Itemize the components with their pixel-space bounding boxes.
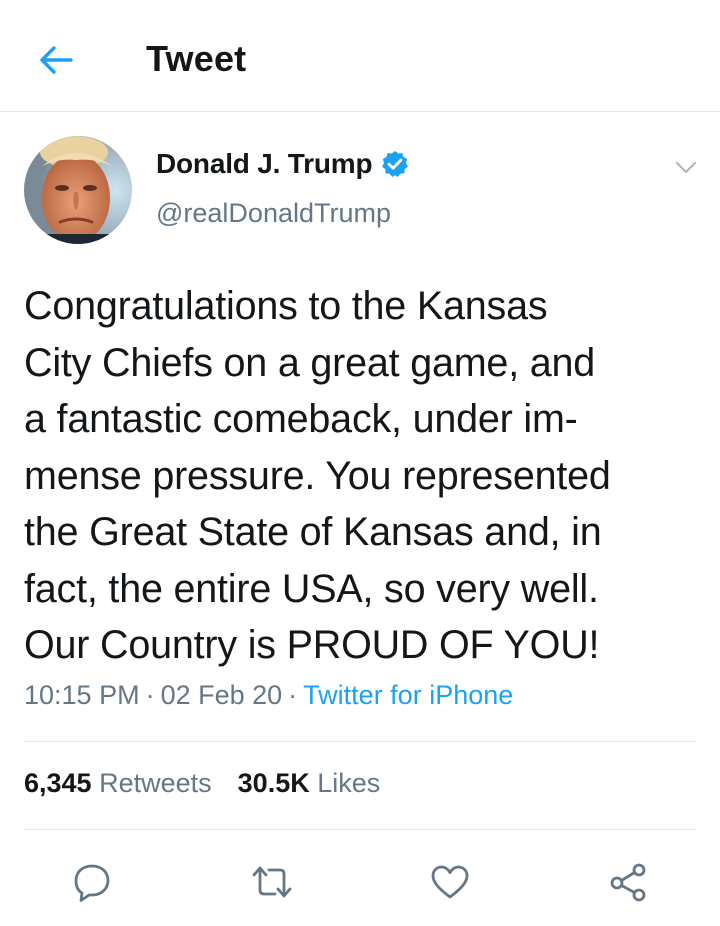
likes-label: Likes bbox=[317, 768, 381, 798]
avatar[interactable] bbox=[24, 136, 132, 244]
reply-icon bbox=[74, 864, 110, 902]
retweet-button[interactable] bbox=[242, 856, 302, 908]
share-button[interactable] bbox=[598, 856, 658, 908]
retweet-icon bbox=[252, 866, 292, 898]
tweet-source-link[interactable]: Twitter for iPhone bbox=[303, 680, 513, 710]
divider bbox=[24, 829, 696, 830]
verified-badge-icon bbox=[382, 150, 409, 177]
page-title: Tweet bbox=[146, 38, 247, 79]
likes-count: 30.5K bbox=[237, 768, 310, 798]
meta-separator: · bbox=[288, 680, 298, 710]
retweets-count: 6,345 bbox=[24, 768, 92, 798]
top-bar: Tweet bbox=[0, 0, 720, 112]
profile-photo bbox=[24, 136, 132, 244]
tweet-menu-button[interactable] bbox=[666, 150, 706, 186]
divider bbox=[24, 741, 696, 742]
tweet-meta: 10:15 PM · 02 Feb 20 · Twitter for iPhone bbox=[24, 680, 513, 711]
tweet-stats: 6,345 Retweets 30.5K Likes bbox=[24, 768, 380, 799]
author-handle[interactable]: @realDonaldTrump bbox=[156, 198, 391, 229]
like-button[interactable] bbox=[420, 856, 480, 908]
retweets-label: Retweets bbox=[99, 768, 212, 798]
heart-icon bbox=[431, 865, 469, 899]
reply-button[interactable] bbox=[62, 856, 122, 908]
tweet-actions bbox=[0, 842, 720, 922]
chevron-down-icon bbox=[675, 161, 697, 174]
tweet-time: 10:15 PM bbox=[24, 680, 140, 710]
back-button[interactable] bbox=[30, 36, 82, 84]
likes-stat[interactable]: 30.5K Likes bbox=[238, 768, 381, 798]
author-name[interactable]: Donald J. Trump bbox=[156, 148, 410, 180]
retweets-stat[interactable]: 6,345 Retweets bbox=[24, 768, 212, 798]
meta-separator: · bbox=[145, 680, 155, 710]
tweet-text: Congratulations to the Kansas City Chief… bbox=[24, 284, 611, 667]
share-icon bbox=[610, 863, 646, 902]
arrow-left-icon bbox=[40, 46, 73, 74]
author-name-text: Donald J. Trump bbox=[156, 148, 373, 179]
tweet-date: 02 Feb 20 bbox=[160, 680, 283, 710]
